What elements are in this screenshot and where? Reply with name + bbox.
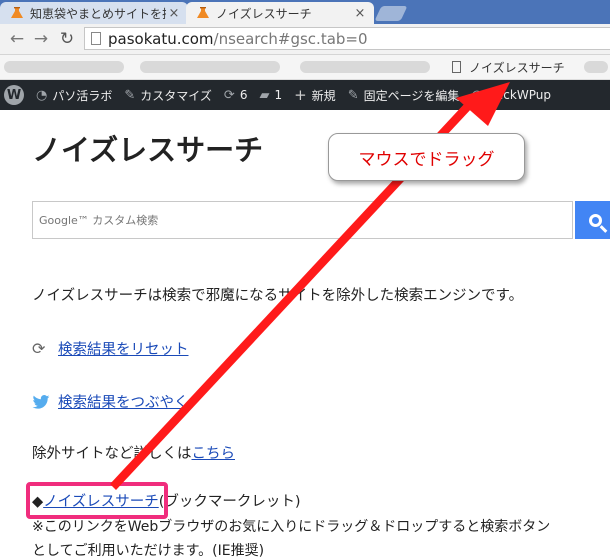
bookmark-label: ノイズレスサーチ <box>469 60 565 75</box>
tab-strip: 知恵袋やまとめサイトを排除 × ノイズレスサーチ × <box>0 0 610 24</box>
admin-site-link[interactable]: ◔ パソ活ラボ <box>36 87 112 104</box>
tab-chiebukuro[interactable]: 知恵袋やまとめサイトを排除 × <box>0 2 188 24</box>
details-link[interactable]: こちら <box>192 446 236 462</box>
wordpress-logo-icon[interactable]: W <box>4 85 24 105</box>
admin-comments-link[interactable]: ▰ 1 <box>259 88 282 103</box>
refresh-icon: ⟳ <box>32 338 46 358</box>
admin-new-link[interactable]: + 新規 <box>294 86 336 104</box>
reload-icon[interactable]: ↻ <box>56 28 78 50</box>
bookmarklet-note: ※このリンクをWebブラウザのお気に入りにドラッグ＆ドロップすると検索ボタン <box>32 519 551 535</box>
address-url: pasokatu.com/nsearch#gsc.tab=0 <box>108 29 368 48</box>
bookmarks-bar: ノイズレスサーチ <box>0 55 610 80</box>
site-description: ノイズレスサーチは検索で邪魔になるサイトを除外した検索エンジンです。 <box>32 288 524 304</box>
plus-icon: + <box>294 86 307 104</box>
backwpup-icon: ◉ <box>471 87 483 103</box>
forward-arrow-icon[interactable]: → <box>30 28 52 50</box>
blurred-bookmark[interactable] <box>300 61 430 73</box>
search-button[interactable] <box>575 201 610 239</box>
address-bar[interactable]: pasokatu.com/nsearch#gsc.tab=0 <box>84 27 610 50</box>
dashboard-icon: ◔ <box>36 87 48 103</box>
document-icon <box>452 61 461 73</box>
bookmarklet-note-continued: としてご利用いただけます。(IE推奨) <box>32 543 265 559</box>
highlight-frame <box>26 482 168 519</box>
drag-callout: マウスでドラッグ <box>328 133 525 181</box>
browser-toolbar: ← → ↻ pasokatu.com/nsearch#gsc.tab=0 <box>0 24 610 55</box>
tweet-row: 検索結果をつぶやく <box>32 391 189 412</box>
back-arrow-icon[interactable]: ← <box>6 28 28 50</box>
tab-title: ノイズレスサーチ <box>216 6 312 21</box>
search-icon <box>588 213 602 227</box>
blurred-bookmark[interactable] <box>4 61 124 73</box>
blurred-bookmark[interactable] <box>140 61 280 73</box>
admin-backwpup-link[interactable]: ◉ BackWPup <box>471 88 551 103</box>
updates-icon: ⟳ <box>223 87 235 103</box>
page-icon <box>91 32 101 45</box>
twitter-bird-icon <box>32 394 50 409</box>
admin-updates-link[interactable]: ⟳ 6 <box>224 88 248 103</box>
search-box[interactable] <box>32 201 573 239</box>
close-tab-icon[interactable]: × <box>352 6 368 21</box>
comment-icon: ▰ <box>259 87 270 103</box>
new-tab-button[interactable] <box>374 6 408 21</box>
tab-noiseless-search[interactable]: ノイズレスサーチ × <box>186 2 374 24</box>
admin-edit-page-link[interactable]: ✎ 固定ページを編集 <box>348 87 460 104</box>
reset-row: ⟳ 検索結果をリセット <box>32 338 189 359</box>
flask-icon <box>197 7 209 18</box>
brush-icon: ✎ <box>124 87 136 103</box>
reset-results-link[interactable]: 検索結果をリセット <box>58 338 189 359</box>
admin-customize-link[interactable]: ✎ カスタマイズ <box>124 87 212 104</box>
blurred-bookmark[interactable] <box>584 61 608 73</box>
exclude-info: 除外サイトなど詳しくはこちら <box>32 446 236 462</box>
tab-title: 知恵袋やまとめサイトを排除 <box>30 6 166 21</box>
wp-admin-bar: W ◔ パソ活ラボ ✎ カスタマイズ ⟳ 6 ▰ 1 + 新規 ✎ 固定ページを… <box>0 80 610 110</box>
pencil-icon: ✎ <box>347 87 359 103</box>
flask-icon <box>11 7 23 18</box>
search-input[interactable] <box>33 201 572 239</box>
bookmark-noiseless-search[interactable]: ノイズレスサーチ <box>452 55 565 79</box>
tweet-results-link[interactable]: 検索結果をつぶやく <box>58 391 189 412</box>
close-tab-icon[interactable]: × <box>166 6 182 21</box>
page-title: ノイズレスサーチ <box>32 133 264 167</box>
